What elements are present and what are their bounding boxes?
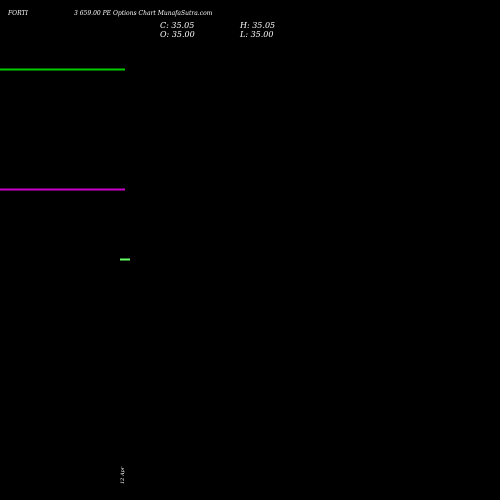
price-chart xyxy=(0,68,130,261)
x-tick-label: 12 Apr xyxy=(120,466,126,484)
